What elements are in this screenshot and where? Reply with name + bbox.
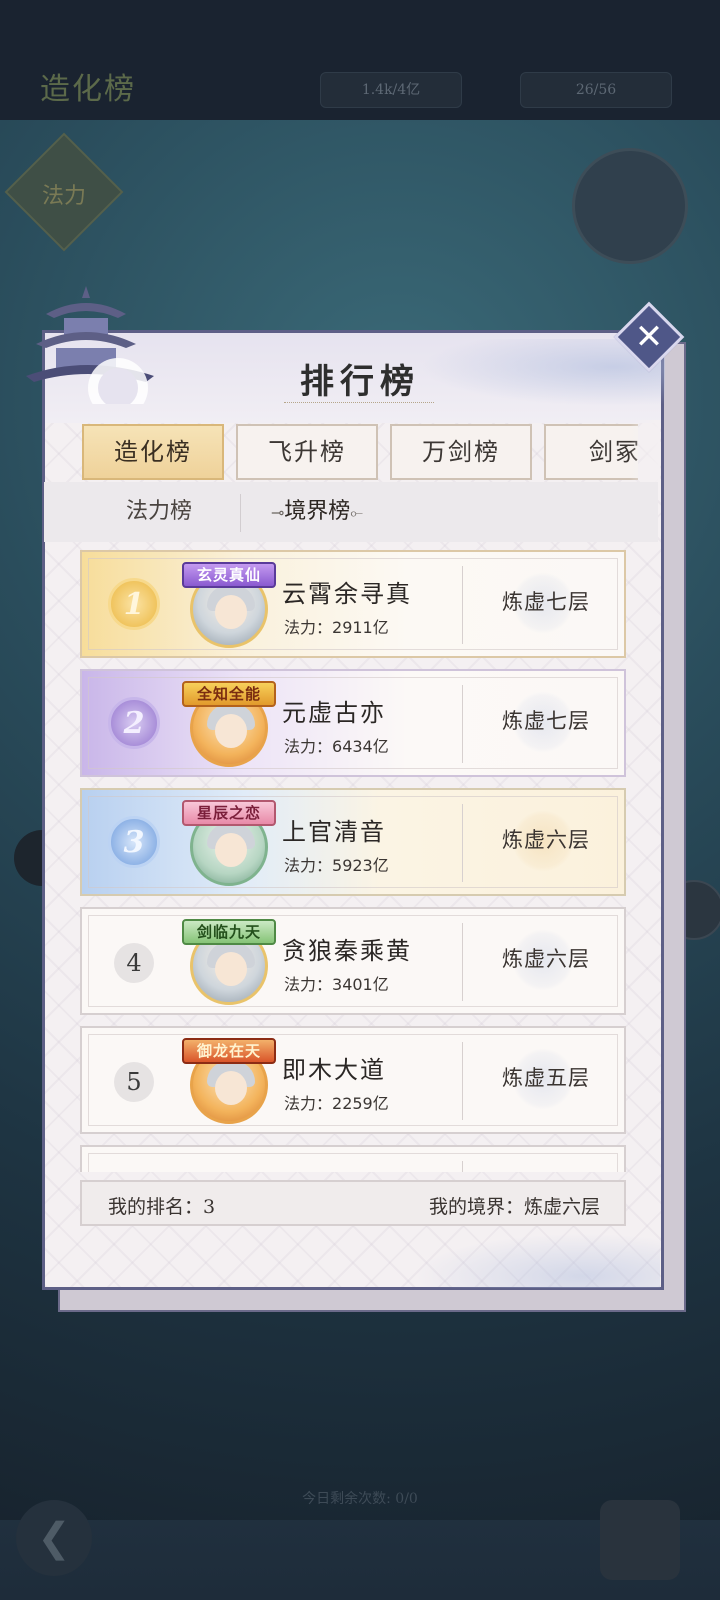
- player-name: 上官清音: [282, 818, 386, 846]
- ranking-row[interactable]: 2 全知全能 元虚古亦 法力：6434亿 炼虚七层: [80, 669, 626, 777]
- power-label: 法力：: [284, 618, 333, 637]
- cloud-wave-decoration: [400, 1230, 660, 1288]
- my-ranking-footer: 我的排名：3 我的境界：炼虚六层: [80, 1180, 626, 1226]
- my-rank: 我的排名：3: [108, 1196, 216, 1218]
- subtab-divider: [240, 494, 241, 532]
- avatar-face: [215, 714, 247, 748]
- tab-jianzhong[interactable]: 剑冢: [544, 424, 638, 480]
- power-value: 3401亿: [332, 975, 389, 994]
- power-label: 法力：: [284, 856, 333, 875]
- rank-medal-blue-icon: 3: [108, 816, 160, 868]
- ranking-list[interactable]: 1 玄灵真仙 云霄余寻真 法力：2911亿 炼虚七层 2 全知全能 元虚古亦 法…: [80, 550, 628, 1172]
- cell-divider: [462, 566, 463, 644]
- ranking-row[interactable]: 3 星辰之恋 上官清音 法力：5923亿 炼虚六层: [80, 788, 626, 896]
- power-value: 6434亿: [332, 737, 389, 756]
- player-power: 法力：3401亿: [284, 971, 389, 995]
- title-badge: 星辰之恋: [182, 800, 276, 826]
- cell-divider: [462, 1042, 463, 1120]
- player-realm: 炼虚七层: [502, 709, 590, 733]
- ranking-row-partial[interactable]: [80, 1145, 626, 1172]
- avatar-face: [215, 595, 247, 629]
- power-value: 5923亿: [332, 856, 389, 875]
- avatar-face: [215, 1071, 247, 1105]
- power-label: 法力：: [284, 975, 333, 994]
- player-name: 元虚古亦: [282, 699, 386, 727]
- tab-zaohua[interactable]: 造化榜: [82, 424, 224, 480]
- player-name: 贪狼秦乘黄: [282, 937, 412, 965]
- title-badge: 剑临九天: [182, 919, 276, 945]
- power-label: 法力：: [284, 737, 333, 756]
- close-icon[interactable]: ✕: [624, 312, 674, 362]
- back-arrow-icon: ❮: [16, 1500, 92, 1576]
- background-resource-1: 1.4k/4亿: [320, 72, 462, 108]
- power-label: 法力：: [284, 1094, 333, 1113]
- power-value: 2259亿: [332, 1094, 389, 1113]
- tab-feisheng[interactable]: 飞升榜: [236, 424, 378, 480]
- row-frame: [88, 1153, 618, 1172]
- player-power: 法力：2911亿: [284, 614, 389, 638]
- player-name: 云霄余寻真: [282, 580, 412, 608]
- subtab-realm-label: 境界榜: [284, 499, 351, 524]
- cell-divider: [462, 1161, 463, 1172]
- background-bottom-icon: [600, 1500, 680, 1580]
- cell-divider: [462, 685, 463, 763]
- player-power: 法力：5923亿: [284, 852, 389, 876]
- background-portrait: [572, 148, 688, 264]
- tab-strip: 造化榜 飞升榜 万剑榜 剑冢: [80, 420, 638, 484]
- tab-strip-fade: [630, 420, 660, 484]
- player-name: 即木大道: [282, 1056, 386, 1084]
- subtab-ornament-left-icon: ⊸: [270, 503, 285, 522]
- subtab-power[interactable]: 法力榜: [96, 490, 222, 534]
- title-badge: 御龙在天: [182, 1038, 276, 1064]
- title-badge: 全知全能: [182, 681, 276, 707]
- power-value: 2911亿: [332, 618, 389, 637]
- cell-divider: [462, 923, 463, 1001]
- rank-number: 4: [114, 943, 154, 983]
- background-title: 造化榜: [40, 72, 136, 107]
- player-power: 法力：6434亿: [284, 733, 389, 757]
- avatar-face: [215, 952, 247, 986]
- title-badge: 玄灵真仙: [182, 562, 276, 588]
- subtab-ornament-right-icon: ⟜: [350, 503, 364, 522]
- player-realm: 炼虚五层: [502, 1066, 590, 1090]
- panel-title: 排行榜: [300, 362, 420, 402]
- rank-medal-gold-icon: 1: [108, 578, 160, 630]
- my-realm: 我的境界：炼虚六层: [428, 1196, 600, 1218]
- background-resource-2: 26/56: [520, 72, 672, 108]
- rank-number: 5: [114, 1062, 154, 1102]
- tab-wanjian[interactable]: 万剑榜: [390, 424, 532, 480]
- background-bottom-text: 今日剩余次数: 0/0: [302, 1491, 418, 1507]
- ranking-row[interactable]: 5 御龙在天 即木大道 法力：2259亿 炼虚五层: [80, 1026, 626, 1134]
- player-realm: 炼虚六层: [502, 828, 590, 852]
- pavilion-icon: [26, 286, 154, 404]
- background-diamond-label: 法力: [42, 184, 87, 209]
- rank-medal-purple-icon: 2: [108, 697, 160, 749]
- subtab-realm[interactable]: ⊸境界榜⟜: [252, 490, 382, 534]
- player-realm: 炼虚七层: [502, 590, 590, 614]
- ranking-row[interactable]: 4 剑临九天 贪狼秦乘黄 法力：3401亿 炼虚六层: [80, 907, 626, 1015]
- avatar-face: [215, 833, 247, 867]
- player-realm: 炼虚六层: [502, 947, 590, 971]
- cell-divider: [462, 804, 463, 882]
- title-ornament: [284, 402, 434, 411]
- ranking-row[interactable]: 1 玄灵真仙 云霄余寻真 法力：2911亿 炼虚七层: [80, 550, 626, 658]
- player-power: 法力：2259亿: [284, 1090, 389, 1114]
